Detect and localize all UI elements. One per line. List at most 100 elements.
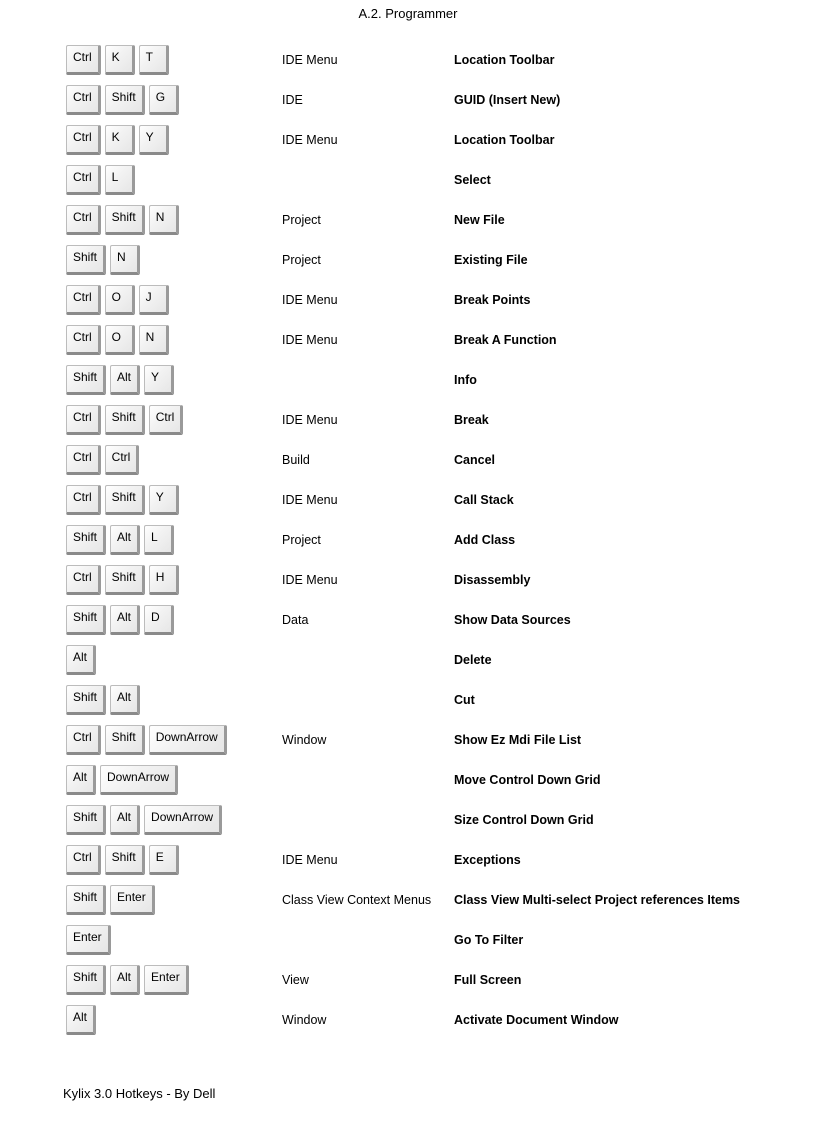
shortcut-keys: CtrlShiftN [66,205,282,235]
shortcut-menu: Data [282,613,454,627]
shortcut-keys: ShiftAltY [66,365,282,395]
key-cap: Ctrl [66,45,101,75]
shortcut-keys: CtrlShiftE [66,845,282,875]
key-cap: Shift [105,845,145,875]
shortcut-keys: CtrlOJ [66,285,282,315]
shortcut-action: GUID (Insert New) [454,93,766,107]
shortcut-keys: ShiftAltD [66,605,282,635]
shortcut-action: Location Toolbar [454,53,766,67]
key-cap: Ctrl [66,205,101,235]
key-cap: Ctrl [66,285,101,315]
shortcut-action: New File [454,213,766,227]
shortcut-row: AltWindowActivate Document Window [66,1000,766,1040]
shortcut-menu: Project [282,213,454,227]
shortcut-row: CtrlKYIDE MenuLocation Toolbar [66,120,766,160]
key-cap: Alt [110,525,140,555]
shortcut-row: CtrlKTIDE MenuLocation Toolbar [66,40,766,80]
key-cap: Ctrl [149,405,184,435]
shortcut-menu: Class View Context Menus [282,893,454,907]
shortcut-row: CtrlShiftYIDE MenuCall Stack [66,480,766,520]
shortcut-menu: Build [282,453,454,467]
shortcut-menu: Project [282,533,454,547]
shortcut-menu: View [282,973,454,987]
shortcut-keys: Enter [66,925,282,955]
shortcut-action: Move Control Down Grid [454,773,766,787]
key-cap: Ctrl [66,325,101,355]
key-cap: Y [149,485,179,515]
shortcut-menu: IDE Menu [282,293,454,307]
shortcut-row: Alt Delete [66,640,766,680]
key-cap: Shift [66,605,106,635]
key-cap: Ctrl [66,125,101,155]
shortcut-keys: CtrlShiftDownArrow [66,725,282,755]
shortcut-menu: IDE Menu [282,493,454,507]
key-cap: N [110,245,140,275]
key-cap: Alt [110,605,140,635]
key-cap: D [144,605,174,635]
shortcut-action: Class View Multi-select Project referenc… [454,893,766,907]
shortcut-action: Delete [454,653,766,667]
key-cap: O [105,325,135,355]
key-cap: N [149,205,179,235]
key-cap: G [149,85,179,115]
key-cap: Ctrl [66,165,101,195]
key-cap: Shift [66,245,106,275]
key-cap: Shift [66,885,106,915]
shortcut-row: CtrlONIDE MenuBreak A Function [66,320,766,360]
shortcut-row: CtrlShiftCtrlIDE MenuBreak [66,400,766,440]
key-cap: Alt [110,685,140,715]
key-cap: Y [144,365,174,395]
shortcut-action: Activate Document Window [454,1013,766,1027]
key-cap: L [105,165,135,195]
shortcut-keys: Alt [66,645,282,675]
shortcut-menu: IDE Menu [282,53,454,67]
key-cap: DownArrow [144,805,222,835]
key-cap: Shift [105,725,145,755]
key-cap: Ctrl [66,725,101,755]
key-cap: J [139,285,169,315]
shortcut-keys: Alt [66,1005,282,1035]
shortcut-action: Break A Function [454,333,766,347]
shortcut-row: CtrlShiftNProjectNew File [66,200,766,240]
shortcut-row: ShiftNProjectExisting File [66,240,766,280]
shortcut-action: Break Points [454,293,766,307]
shortcut-action: Cut [454,693,766,707]
shortcut-keys: ShiftAltEnter [66,965,282,995]
key-cap: Ctrl [66,405,101,435]
key-cap: Alt [110,805,140,835]
shortcut-menu: IDE [282,93,454,107]
shortcut-row: ShiftAltLProjectAdd Class [66,520,766,560]
shortcut-action: Exceptions [454,853,766,867]
shortcut-action: Call Stack [454,493,766,507]
shortcut-keys: ShiftN [66,245,282,275]
shortcut-action: Go To Filter [454,933,766,947]
shortcut-row: CtrlLSelect [66,160,766,200]
shortcut-keys: AltDownArrow [66,765,282,795]
key-cap: DownArrow [100,765,178,795]
shortcut-menu: IDE Menu [282,333,454,347]
key-cap: Alt [110,965,140,995]
shortcut-action: Info [454,373,766,387]
key-cap: Shift [66,685,106,715]
shortcut-row: ShiftAltEnterViewFull Screen [66,960,766,1000]
shortcut-keys: CtrlCtrl [66,445,282,475]
key-cap: Shift [105,405,145,435]
key-cap: Shift [105,85,145,115]
key-cap: Ctrl [66,845,101,875]
shortcut-action: Break [454,413,766,427]
shortcut-action: Disassembly [454,573,766,587]
key-cap: Enter [110,885,155,915]
shortcut-action: Existing File [454,253,766,267]
shortcut-action: Show Ez Mdi File List [454,733,766,747]
shortcut-action: Cancel [454,453,766,467]
shortcut-menu: IDE Menu [282,133,454,147]
key-cap: Y [139,125,169,155]
shortcut-keys: CtrlON [66,325,282,355]
shortcut-keys: ShiftAlt [66,685,282,715]
key-cap: Shift [105,205,145,235]
key-cap: Shift [66,805,106,835]
key-cap: Ctrl [66,85,101,115]
key-cap: Ctrl [105,445,140,475]
shortcut-menu: Window [282,1013,454,1027]
shortcut-row: CtrlCtrlBuildCancel [66,440,766,480]
